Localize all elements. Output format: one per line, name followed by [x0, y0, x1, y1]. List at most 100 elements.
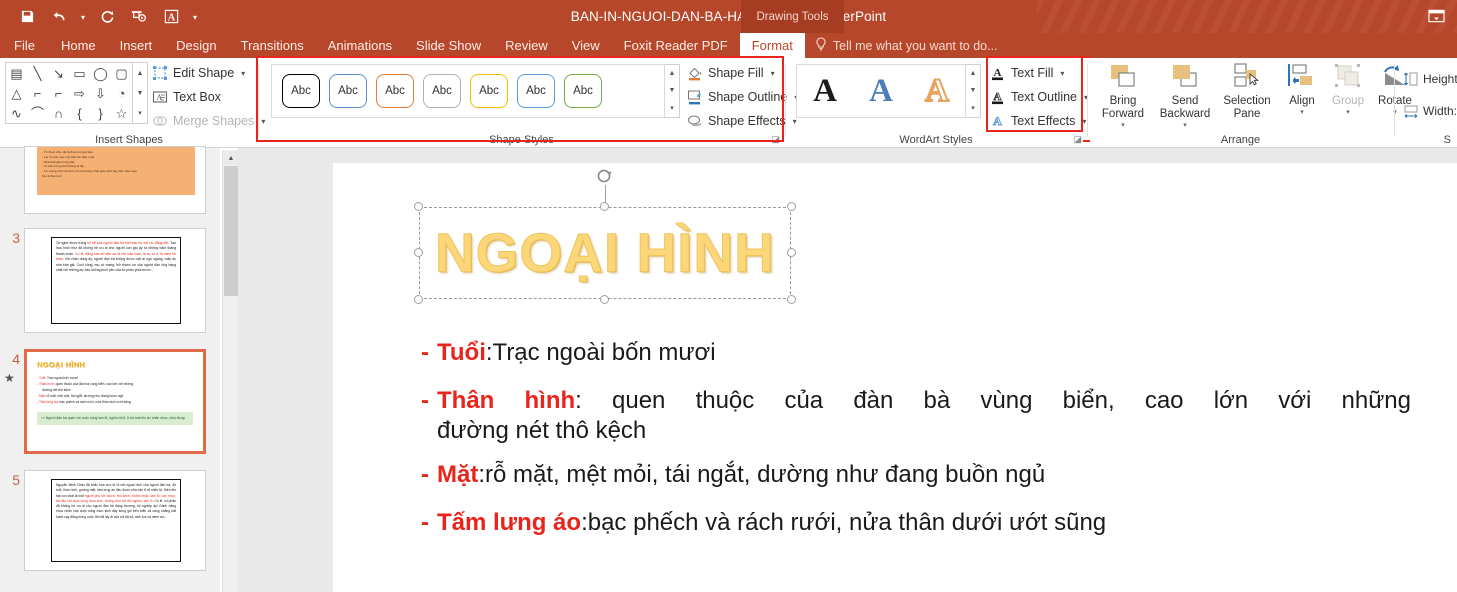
shape-style-thumb[interactable]: Abc — [564, 74, 602, 108]
shape-textbox-icon[interactable]: ▤ — [10, 67, 22, 80]
shape-effects-button[interactable]: Shape Effects ▾ — [687, 113, 797, 129]
tab-file[interactable]: File — [0, 33, 49, 58]
gallery-more-icon[interactable]: ▾ — [966, 100, 980, 117]
height-field-row[interactable]: Height — [1403, 71, 1457, 87]
shape-style-thumb[interactable]: Abc — [423, 74, 461, 108]
wordart-icon[interactable]: A — [156, 4, 186, 30]
bring-forward-caret-icon[interactable]: ▾ — [1121, 122, 1125, 130]
text-effects-button[interactable]: A Text Effects ▾ — [990, 113, 1087, 129]
undo-icon[interactable] — [44, 4, 74, 30]
shape-down-arrow-icon[interactable]: ⇩ — [95, 87, 106, 100]
bring-forward-button[interactable]: Bring Forward ▾ — [1092, 62, 1154, 130]
shape-curve-icon[interactable]: ⌒ — [31, 107, 44, 120]
scrollbar-thumb[interactable] — [224, 166, 238, 296]
rotation-handle-icon[interactable] — [596, 167, 614, 185]
shape-fill-button[interactable]: Shape Fill ▾ — [687, 65, 775, 81]
text-fill-button[interactable]: A Text Fill ▾ — [990, 65, 1064, 81]
ribbon-display-options-icon[interactable] — [1425, 7, 1447, 25]
shape-arc-icon[interactable]: ∩ — [54, 107, 63, 120]
align-caret-icon[interactable]: ▾ — [1300, 109, 1304, 117]
gallery-more-icon[interactable]: ▾ — [665, 100, 679, 117]
wordart-thumb[interactable]: A — [924, 73, 950, 108]
slide-thumbnail-pane[interactable]: - Từ thuở nhỏ, đã là đứa con gái xấu - L… — [0, 146, 220, 592]
slide-canvas[interactable]: NGOẠI HÌNH - Tuổi : Trạc ngoài bốn mươi … — [333, 163, 1457, 592]
resize-handle-n[interactable] — [600, 202, 609, 211]
edit-shape-button[interactable]: Edit Shape ▾ — [152, 65, 245, 81]
slide-thumbnail-5[interactable]: 5 Nguyễn Minh Châu đã khắc họa cực kì rõ… — [12, 470, 206, 571]
shapes-gallery-scrollbar[interactable]: ▲ ▼ ▾ — [133, 62, 148, 124]
resize-handle-nw[interactable] — [414, 202, 423, 211]
shape-star-icon[interactable]: ☆ — [116, 107, 128, 120]
wordart-styles-dialog-launcher-icon[interactable]: ◪ — [1073, 134, 1082, 145]
resize-handle-w[interactable] — [414, 248, 423, 257]
shape-fill-caret-icon[interactable]: ▾ — [771, 69, 775, 78]
shape-scribble-icon[interactable]: ∿ — [11, 107, 22, 120]
slide-body-text[interactable]: - Tuổi : Trạc ngoài bốn mươi - Thân hình… — [421, 338, 1411, 556]
tab-slide-show[interactable]: Slide Show — [404, 33, 493, 58]
tab-animations[interactable]: Animations — [316, 33, 404, 58]
shape-style-thumb[interactable]: Abc — [282, 74, 320, 108]
shape-right-arrow-icon[interactable]: ⇨ — [74, 87, 85, 100]
shape-left-brace-icon[interactable]: { — [77, 107, 81, 120]
tell-me-search[interactable]: Tell me what you want to do... — [805, 33, 1008, 58]
redo-icon[interactable] — [92, 4, 122, 30]
selection-pane-button[interactable]: Selection Pane — [1216, 62, 1278, 130]
scroll-up-icon[interactable]: ▲ — [133, 63, 147, 83]
slide-pane-scrollbar[interactable]: ▲ — [222, 150, 238, 592]
text-box-button[interactable]: A Text Box — [152, 89, 221, 105]
tab-insert[interactable]: Insert — [108, 33, 165, 58]
send-backward-button[interactable]: Send Backward ▾ — [1154, 62, 1216, 130]
shape-elbow-icon[interactable]: ⌐ — [34, 87, 42, 100]
gallery-more-icon[interactable]: ▾ — [133, 103, 147, 123]
shape-rounded-rect-icon[interactable]: ▢ — [115, 67, 127, 80]
save-icon[interactable] — [12, 4, 42, 30]
shape-triangle-icon[interactable]: △ — [12, 87, 22, 100]
shape-styles-scrollbar[interactable]: ▲ ▼ ▾ — [665, 64, 680, 118]
shape-arrow-icon[interactable]: ↘ — [53, 67, 64, 80]
shape-oval-icon[interactable]: ◯ — [93, 67, 108, 80]
edit-shape-caret-icon[interactable]: ▾ — [241, 69, 245, 78]
scroll-up-icon[interactable]: ▲ — [224, 151, 238, 165]
shape-style-thumb[interactable]: Abc — [470, 74, 508, 108]
wordart-thumb[interactable]: A — [869, 74, 893, 108]
shape-line-icon[interactable]: ╲ — [34, 67, 42, 80]
resize-handle-sw[interactable] — [414, 295, 423, 304]
scroll-up-icon[interactable]: ▲ — [966, 65, 980, 82]
text-fill-caret-icon[interactable]: ▾ — [1060, 69, 1064, 78]
tab-review[interactable]: Review — [493, 33, 560, 58]
resize-handle-ne[interactable] — [787, 202, 796, 211]
shape-styles-dialog-launcher-icon[interactable]: ◪ — [771, 134, 780, 145]
wordart-styles-gallery[interactable]: A A A — [796, 64, 966, 118]
start-slideshow-icon[interactable] — [124, 4, 154, 30]
scroll-down-icon[interactable]: ▼ — [133, 83, 147, 103]
scroll-down-icon[interactable]: ▼ — [665, 82, 679, 99]
slide-thumbnail-2[interactable]: - Từ thuở nhỏ, đã là đứa con gái xấu - L… — [24, 146, 206, 214]
slide-thumbnail-3[interactable]: 3 Ta nghe được trong lời kể của người đà… — [12, 228, 206, 333]
tab-format[interactable]: Format — [739, 33, 805, 58]
scroll-up-icon[interactable]: ▲ — [665, 65, 679, 82]
tab-foxit-reader-pdf[interactable]: Foxit Reader PDF — [612, 33, 740, 58]
tab-view[interactable]: View — [560, 33, 612, 58]
shape-pie-icon[interactable]: ◔ — [118, 87, 126, 100]
undo-dropdown-caret[interactable]: ▾ — [76, 4, 90, 30]
shape-style-thumb[interactable]: Abc — [329, 74, 367, 108]
slide-thumbnail-4[interactable]: 4 ★ NGOẠI HÌNH - Tuổi: Trạc ngoài bốn mư… — [4, 349, 206, 454]
tab-design[interactable]: Design — [164, 33, 228, 58]
send-backward-caret-icon[interactable]: ▾ — [1183, 122, 1187, 130]
shape-style-thumb[interactable]: Abc — [376, 74, 414, 108]
resize-handle-e[interactable] — [787, 248, 796, 257]
text-effects-caret-icon[interactable]: ▾ — [1082, 117, 1086, 126]
customize-qat-icon[interactable]: ▾ — [188, 4, 202, 30]
resize-handle-s[interactable] — [600, 295, 609, 304]
shape-outline-button[interactable]: Shape Outline ▾ — [687, 89, 798, 105]
width-field-row[interactable]: Width: — [1403, 103, 1457, 119]
tab-home[interactable]: Home — [49, 33, 108, 58]
shape-right-brace-icon[interactable]: } — [98, 107, 102, 120]
shapes-gallery[interactable]: ▤ ╲ ↘ ▭ ◯ ▢ △ ⌐ ⌐ ⇨ ⇩ ◔ ∿ ⌒ ∩ { } ☆ — [5, 62, 133, 124]
shape-rectangle-icon[interactable]: ▭ — [73, 67, 85, 80]
tab-transitions[interactable]: Transitions — [229, 33, 316, 58]
wordart-styles-scrollbar[interactable]: ▲ ▼ ▾ — [966, 64, 981, 118]
text-outline-button[interactable]: A Text Outline ▾ — [990, 89, 1088, 105]
scroll-down-icon[interactable]: ▼ — [966, 82, 980, 99]
shape-styles-gallery[interactable]: Abc Abc Abc Abc Abc Abc Abc — [271, 64, 665, 118]
